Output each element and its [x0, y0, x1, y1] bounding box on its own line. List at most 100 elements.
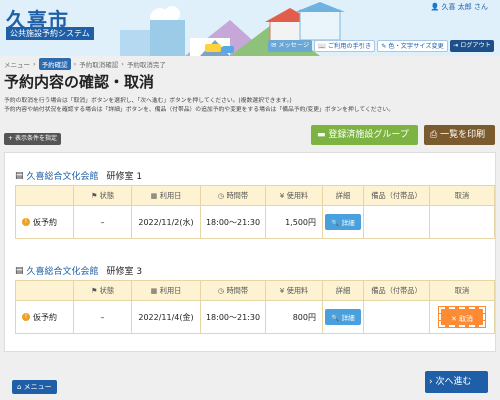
detail-button[interactable]: 🔍 詳細	[325, 214, 361, 230]
filter-button[interactable]: + 表示条件を指定	[4, 133, 61, 145]
table-header-row: ⚑ 状態 ▦ 利用日 ◷ 時間帯 ¥ 使用料 詳細 備品（付帯品） 取消	[15, 280, 495, 301]
status-cell: ! 仮予約	[15, 205, 74, 239]
col-header-status: ⚑ 状態	[73, 185, 132, 206]
reservation-panel: ▤ 久喜総合文化会館 研修室 1 ⚑ 状態 ▦ 利用日 ◷ 時間帯 ¥ 使用料 …	[4, 152, 496, 352]
logout-button[interactable]: ⇥ ログアウト	[449, 40, 494, 52]
page-description: 予約の取消を行う場合は「取消」ボタンを選択し、「次へ進む」ボタンを押してください…	[4, 97, 394, 115]
page-title: 予約内容の確認・取消	[4, 73, 155, 91]
group-label: 登録済施設グループ	[328, 130, 409, 140]
facility-name-2[interactable]: 久喜総合文化会館	[27, 264, 99, 277]
document-icon: ▤	[15, 265, 24, 276]
color-size-label: 色・文字サイズ変更	[388, 43, 444, 50]
next-button[interactable]: › 次へ進む	[425, 371, 488, 393]
warning-icon: !	[22, 218, 30, 226]
cancel-cell: ✕ 取消	[429, 300, 495, 334]
col-header-date: ▦ 利用日	[131, 280, 201, 301]
next-label: 次へ進む	[435, 377, 472, 387]
calendar-icon: ▦	[150, 190, 160, 200]
facility-name-1[interactable]: 久喜総合文化会館	[27, 169, 99, 182]
detail-cell: 🔍 詳細	[322, 205, 364, 239]
date-cell: 2022/11/4(金)	[131, 300, 201, 334]
status-flag-cell: –	[73, 205, 132, 239]
guide-button[interactable]: 📖 ご利用の手引き	[314, 40, 376, 52]
guide-label: ご利用の手引き	[327, 43, 372, 50]
col-header-equipment: 備品（付帯品）	[363, 185, 430, 206]
time-header-label: 時間帯	[226, 285, 249, 295]
room-name-2: 研修室 3	[106, 267, 143, 277]
reservation-table-1: ⚑ 状態 ▦ 利用日 ◷ 時間帯 ¥ 使用料 詳細 備品（付帯品） 取消 ! 仮予…	[15, 185, 495, 239]
filter-label: 表示条件を指定	[14, 135, 57, 142]
logout-icon: ⇥	[452, 42, 459, 49]
status-text: 仮予約	[33, 312, 57, 322]
cancel-button[interactable]: ✕ 取消	[438, 306, 486, 328]
col-header-fee: ¥ 使用料	[265, 280, 323, 301]
message-button[interactable]: ✉ メッセージ	[268, 40, 313, 52]
col-header-cancel: 取消	[429, 280, 495, 301]
color-size-button[interactable]: ✎ 色・文字サイズ変更	[377, 40, 448, 52]
menu-button[interactable]: ⌂ メニュー	[12, 380, 57, 394]
message-label: メッセージ	[278, 42, 310, 49]
detail-cell: 🔍 詳細	[322, 300, 364, 334]
printer-icon: ⎙	[430, 130, 441, 140]
detail-button[interactable]: 🔍 詳細	[325, 309, 361, 325]
home-icon: ⌂	[17, 383, 24, 391]
date-header-label: 利用日	[159, 190, 182, 200]
fee-header-label: 使用料	[286, 285, 309, 295]
status-text: 仮予約	[33, 217, 57, 227]
breadcrumb-menu[interactable]: メニュー	[4, 59, 30, 69]
cancel-cell[interactable]	[429, 205, 495, 239]
facility-header-2: ▤ 久喜総合文化会館 研修室 3	[15, 264, 143, 278]
date-cell: 2022/11/2(水)	[131, 205, 201, 239]
user-info: 👤 久喜 太郎 さん	[431, 2, 488, 12]
col-header-blank	[15, 185, 74, 206]
search-icon: 🔍	[331, 219, 340, 227]
plus-icon: +	[8, 135, 15, 142]
status-header-label: 状態	[99, 190, 115, 200]
fee-header-label: 使用料	[286, 190, 309, 200]
detail-label: 詳細	[341, 314, 355, 322]
flag-icon: ⚑	[90, 190, 100, 200]
logout-label: ログアウト	[460, 42, 491, 49]
status-header-label: 状態	[99, 285, 115, 295]
facility-header-1: ▤ 久喜総合文化会館 研修室 1	[15, 169, 142, 183]
equipment-cell	[363, 205, 430, 239]
registered-group-button[interactable]: ▬ 登録済施設グループ	[311, 125, 418, 145]
folder-icon: ▬	[317, 130, 329, 140]
header-buttons: ✉ メッセージ 📖 ご利用の手引き ✎ 色・文字サイズ変更 ⇥ ログアウト	[268, 40, 494, 52]
time-header-label: 時間帯	[226, 190, 249, 200]
breadcrumb-step2: 予約取消確認	[79, 61, 119, 69]
date-header-label: 利用日	[159, 285, 182, 295]
breadcrumb-step3: 予約取消完了	[126, 61, 166, 69]
menu-label: メニュー	[23, 383, 52, 391]
print-label: 一覧を印刷	[440, 130, 486, 140]
mail-icon: ✉	[271, 42, 277, 49]
flag-icon: ⚑	[90, 285, 100, 295]
chevron-right-icon: ›	[121, 60, 124, 68]
breadcrumb: メニュー › 予約確認 › 予約取消確認 › 予約取消完了	[4, 58, 166, 70]
fee-cell: 800円	[265, 300, 323, 334]
col-header-time: ◷ 時間帯	[200, 185, 266, 206]
print-list-button[interactable]: ⎙ 一覧を印刷	[424, 125, 495, 145]
user-name: 久喜 太郎 さん	[441, 3, 488, 11]
col-header-fee: ¥ 使用料	[265, 185, 323, 206]
document-icon: ▤	[15, 170, 24, 181]
cancel-label: 取消	[459, 315, 474, 323]
description-line-2: 予約内容や納付状況を確認する場合は「詳細」ボタンを、備品（付帯品）の追加予約や変…	[4, 107, 394, 113]
site-header: 久喜市 公共施設予約システム 👤 久喜 太郎 さん ✉ メッセージ 📖 ご利用の手引き…	[0, 0, 500, 56]
fee-cell: 1,500円	[265, 205, 323, 239]
close-icon: ✕	[450, 315, 460, 323]
status-flag-cell: –	[73, 300, 132, 334]
chevron-right-icon: ›	[33, 60, 36, 68]
calendar-icon: ▦	[150, 285, 160, 295]
breadcrumb-current: 予約確認	[38, 58, 71, 70]
table-header-row: ⚑ 状態 ▦ 利用日 ◷ 時間帯 ¥ 使用料 詳細 備品（付帯品） 取消	[15, 185, 495, 206]
detail-label: 詳細	[341, 219, 355, 227]
yen-icon: ¥	[279, 285, 287, 295]
time-cell: 18:00～21:30	[200, 300, 266, 334]
pencil-icon: ✎	[381, 43, 387, 50]
status-cell: ! 仮予約	[15, 300, 74, 334]
warning-icon: !	[22, 313, 30, 321]
col-header-time: ◷ 時間帯	[200, 280, 266, 301]
col-header-status: ⚑ 状態	[73, 280, 132, 301]
reservation-table-2: ⚑ 状態 ▦ 利用日 ◷ 時間帯 ¥ 使用料 詳細 備品（付帯品） 取消 ! 仮予…	[15, 280, 495, 334]
